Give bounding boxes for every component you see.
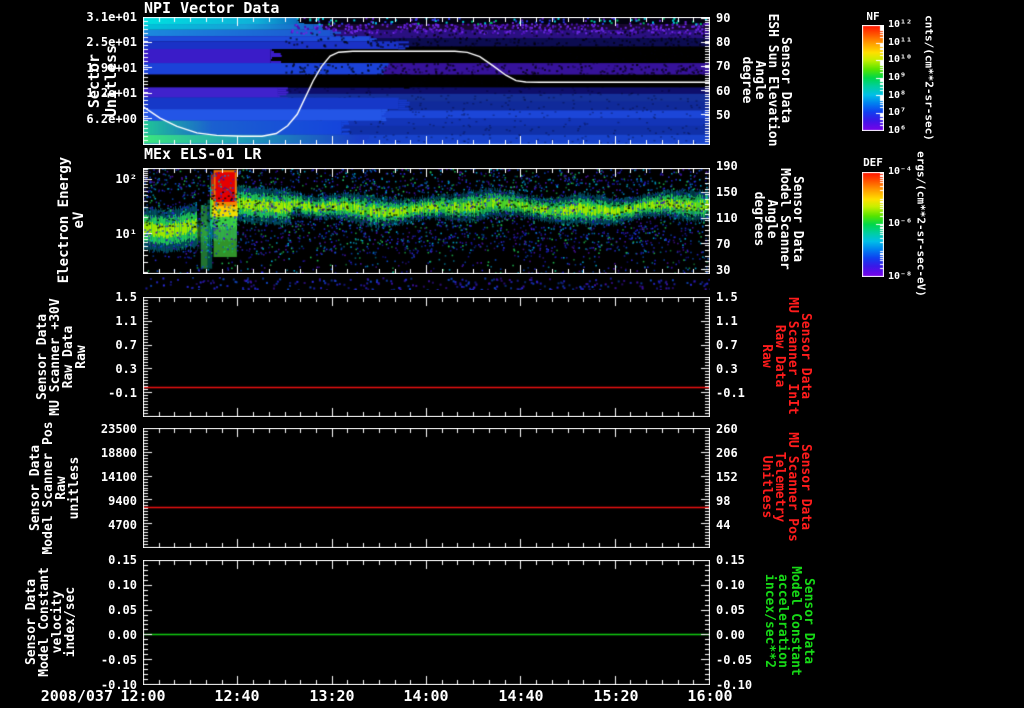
nf-colorbar-title: NF (866, 10, 880, 23)
def-colorbar (862, 172, 884, 277)
p1-ytick: 3.1e+01 (86, 10, 137, 24)
axis-label-line: unitless (67, 456, 82, 520)
xtick: 13:20 (309, 687, 355, 705)
axis-label-line: Raw (74, 345, 89, 369)
def-colorbar-unit: ergs/(cm**2-sr-sec-eV) (914, 151, 928, 297)
xtick: 14:40 (498, 687, 544, 705)
p2-left-axis-label: Electron Energy eV (56, 156, 87, 284)
axis-label-line: Model Scanner (777, 168, 792, 270)
date-label: 2008/037 (40, 687, 113, 705)
def-colorbar-title: DEF (863, 156, 883, 169)
axis-label-line: degree (739, 56, 754, 104)
p3-right-axis-label: Sensor Data MU Scanner InIt Raw Data Raw (759, 297, 813, 415)
p1-right-axis-label: Sensor Data ESH Sun Elevation Angle degr… (739, 13, 793, 147)
axis-label-line: Sensor Data (790, 175, 805, 263)
panel1-title: NPI Vector Data (144, 0, 280, 17)
els-spectrogram-plot (143, 168, 710, 274)
axis-label-line: Unitless (102, 44, 120, 118)
axis-label-line: MU Scanner Pos (785, 432, 800, 542)
p2-ytick: 10¹ (115, 227, 137, 241)
p1-left-axis-label: Sector Unitless (85, 44, 120, 118)
p2-right-axis-label: Sensor Data Model Scanner Angle degrees (751, 168, 805, 270)
axis-label-line: Sensor Data (778, 36, 793, 124)
xtick: 15:20 (593, 687, 639, 705)
model-constant-velocity-plot (143, 560, 710, 685)
axis-label-line: Sensor Data (798, 443, 813, 531)
p3-left-axis-label: Sensor Data MU Scanner +30V Raw Data Raw (35, 298, 89, 415)
axis-label-line: Raw (759, 344, 774, 368)
axis-label-line: Model Constant (788, 566, 803, 676)
axis-label-line: Electron Energy (56, 156, 72, 284)
xtick: 14:00 (403, 687, 449, 705)
axis-label-line: acceleration (775, 574, 790, 668)
xtick: 12:40 (214, 687, 260, 705)
p5-right-axis-label: Sensor Data Model Constant acceleration … (762, 566, 816, 676)
axis-label-line: Unitless (759, 455, 774, 519)
axis-label-line: Sensor Data (798, 312, 813, 400)
panel2-title: MEx ELS-01 LR (144, 145, 262, 163)
xtick: 12:00 (120, 687, 166, 705)
p5-left-axis-label: Sensor Data Model Constant velocity inde… (24, 567, 78, 677)
els-underflow-speckles (143, 277, 710, 290)
mu-scanner-raw-plot (143, 297, 710, 417)
nf-colorbar-unit: cnts/(cm**2-sr-sec) (922, 15, 936, 141)
axis-label-line: Sensor Data (801, 577, 816, 665)
xtick: 16:00 (687, 687, 733, 705)
axis-label-line: incex/sec**2 (762, 574, 777, 668)
axis-label-line: ESH Sun Elevation (765, 13, 780, 147)
axis-label-line: degrees (751, 191, 766, 247)
nf-colorbar (862, 25, 884, 131)
npi-spectrogram-plot (143, 17, 710, 145)
axis-label-line: MU Scanner InIt (785, 297, 800, 415)
model-scanner-pos-plot (143, 428, 710, 548)
plot-page: NPI Vector Data MEx ELS-01 LR 3.1e+01 2.… (0, 0, 1024, 708)
axis-label-line: eV (71, 211, 87, 229)
axis-label-line: index/sec (63, 586, 78, 658)
axis-label-line: Sector (85, 53, 103, 109)
p2-ytick: 10² (115, 172, 137, 186)
p4-right-axis-label: Sensor Data MU Scanner Pos Telemetry Uni… (759, 432, 813, 542)
p4-left-axis-label: Sensor Data Model Scanner Pos Raw unitle… (28, 421, 82, 554)
